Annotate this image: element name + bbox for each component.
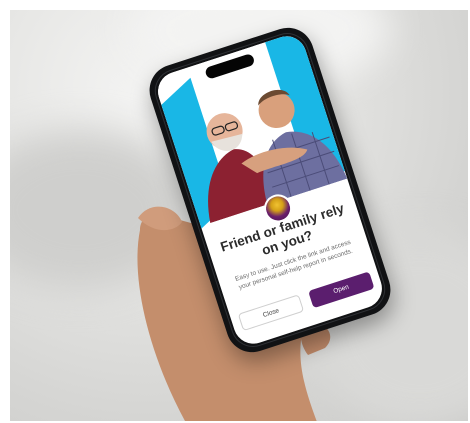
- close-button[interactable]: Close: [237, 294, 305, 332]
- open-button[interactable]: Open: [308, 271, 375, 309]
- photo-scene: Friend or family rely on you? Easy to us…: [10, 10, 468, 421]
